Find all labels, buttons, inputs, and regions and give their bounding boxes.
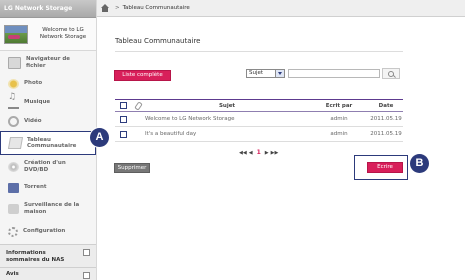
full-list-button[interactable]: Liste complète — [114, 70, 171, 81]
folder-icon — [8, 56, 21, 69]
gear-icon — [8, 226, 18, 237]
row-author: admin — [330, 131, 348, 137]
sidebar-item-label-line2: fichier — [26, 62, 46, 69]
row-select-cell — [115, 115, 131, 123]
device-welcome: Welcome to LG Network Storage — [38, 27, 88, 41]
select-all-checkbox[interactable] — [119, 102, 127, 109]
chevron-down-icon — [275, 70, 284, 77]
subject-header: Sujet — [218, 102, 236, 109]
author-header: Ecrit par — [325, 102, 353, 109]
sidebar-item-label-line1: Navigateur de — [26, 56, 71, 62]
sidebar-item-label: Torrent — [24, 184, 47, 191]
sidebar-item-label-line1: Tableau — [27, 136, 51, 143]
main-panel: Tableau Communautaire Liste complète Suj… — [97, 17, 465, 280]
write-button[interactable]: Ecrire — [367, 162, 403, 173]
sidebar-item-dvd-creation[interactable]: Création d'un DVD/BD — [0, 155, 96, 178]
sidebar-item-photo[interactable]: Photo — [0, 74, 96, 93]
disc-icon — [8, 161, 19, 172]
sidebar-item-configuration[interactable]: Configuration — [0, 220, 96, 243]
delete-button[interactable]: Supprimer — [114, 163, 150, 173]
breadcrumb-separator: > — [115, 5, 120, 11]
sidebar-item-label: Navigateur de fichier — [26, 56, 70, 69]
last-page-button[interactable]: ▶▶ — [271, 150, 279, 156]
sidebar-nav: Navigateur de fichier Photo Musique Vidé… — [0, 51, 96, 243]
current-page[interactable]: 1 — [257, 149, 261, 156]
sidebar-item-label-line2: maison — [24, 208, 47, 215]
title-divider — [115, 51, 403, 52]
nas-summary-label-line1: Informations — [6, 250, 46, 256]
sidebar-item-label: Surveillance de la maison — [24, 202, 79, 215]
posts-table: Sujet Ecrit par Date Welcome to LG Netwo… — [115, 99, 403, 142]
row-subject[interactable]: Welcome to LG Network Storage — [145, 116, 309, 122]
brand-title: LG Network Storage — [0, 0, 96, 18]
row-date: 2011.05.19 — [370, 131, 402, 137]
callout-badge-b: B — [410, 154, 429, 173]
prev-page-button[interactable]: ◀ — [249, 150, 253, 156]
device-header: Welcome to LG Network Storage — [0, 18, 96, 51]
sidebar-item-community-board[interactable]: Tableau Communautaire — [0, 131, 96, 155]
table-header: Sujet Ecrit par Date — [115, 99, 403, 112]
video-icon — [8, 116, 19, 127]
breadcrumb: > Tableau Communautaire — [97, 0, 465, 17]
nas-summary-panel[interactable]: Informations sommaires du NAS — [0, 244, 96, 267]
callout-badge-a: A — [90, 128, 109, 147]
sidebar-item-label: Tableau Communautaire — [27, 137, 76, 150]
select-all-cell — [115, 102, 131, 109]
search-input[interactable] — [288, 69, 380, 78]
first-page-button[interactable]: ◀◀ — [239, 150, 247, 156]
sidebar-item-label-line1: Création d'un — [24, 160, 66, 166]
sidebar-item-label: Configuration — [23, 228, 66, 235]
home-icon[interactable] — [101, 4, 109, 12]
next-page-button[interactable]: ▶ — [265, 150, 269, 156]
paperclip-icon — [133, 100, 143, 111]
sidebar-item-label-line2: Communautaire — [27, 143, 77, 149]
photo-icon — [8, 78, 19, 89]
row-checkbox[interactable] — [119, 130, 127, 138]
torrent-icon — [8, 182, 19, 193]
notice-label: Avis — [6, 271, 19, 277]
search-field-select[interactable]: Sujet — [246, 69, 285, 78]
row-subject[interactable]: It's a beautiful day — [145, 131, 309, 137]
sidebar-item-video[interactable]: Vidéo — [0, 112, 96, 131]
device-welcome-line1: Welcome to LG — [42, 27, 84, 33]
device-welcome-line2: Network Storage — [39, 34, 87, 40]
sidebar-item-label-line2: DVD/BD — [24, 166, 49, 173]
notice-panel[interactable]: Avis — [0, 267, 96, 280]
page-title: Tableau Communautaire — [115, 37, 201, 45]
table-row[interactable]: It's a beautiful day admin 2011.05.19 — [115, 127, 403, 142]
search-field-select-value: Sujet — [249, 70, 264, 76]
expand-icon[interactable] — [83, 272, 90, 279]
camera-icon — [8, 203, 19, 214]
sidebar-item-label: Musique — [24, 99, 51, 106]
device-thumbnail — [4, 24, 28, 44]
row-date: 2011.05.19 — [370, 116, 402, 122]
attachment-header — [131, 100, 145, 111]
board-icon — [7, 137, 24, 149]
sidebar-item-label-line1: Surveillance de la — [24, 202, 80, 208]
date-header: Date — [378, 102, 394, 109]
sidebar-item-label: Photo — [24, 80, 43, 87]
nas-summary-label-line2: sommaires du NAS — [6, 256, 65, 263]
sidebar-item-music[interactable]: Musique — [0, 93, 96, 112]
expand-icon[interactable] — [83, 249, 90, 256]
breadcrumb-current: Tableau Communautaire — [122, 5, 190, 11]
search-button[interactable] — [382, 68, 400, 79]
row-author: admin — [330, 116, 348, 122]
row-select-cell — [115, 130, 131, 138]
sidebar-item-file-browser[interactable]: Navigateur de fichier — [0, 51, 96, 74]
sidebar-item-label: Vidéo — [24, 118, 42, 125]
pagination: ◀◀ ◀ 1 ▶ ▶▶ — [239, 149, 278, 156]
sidebar-item-home-surveillance[interactable]: Surveillance de la maison — [0, 197, 96, 220]
row-checkbox[interactable] — [119, 115, 127, 123]
sidebar: LG Network Storage Welcome to LG Network… — [0, 0, 97, 280]
sidebar-item-torrent[interactable]: Torrent — [0, 178, 96, 197]
sidebar-item-label: Création d'un DVD/BD — [24, 160, 66, 173]
app-window: LG Network Storage Welcome to LG Network… — [0, 0, 465, 280]
sidebar-footer: Informations sommaires du NAS Avis — [0, 244, 96, 280]
music-icon — [8, 94, 19, 109]
table-row[interactable]: Welcome to LG Network Storage admin 2011… — [115, 112, 403, 127]
